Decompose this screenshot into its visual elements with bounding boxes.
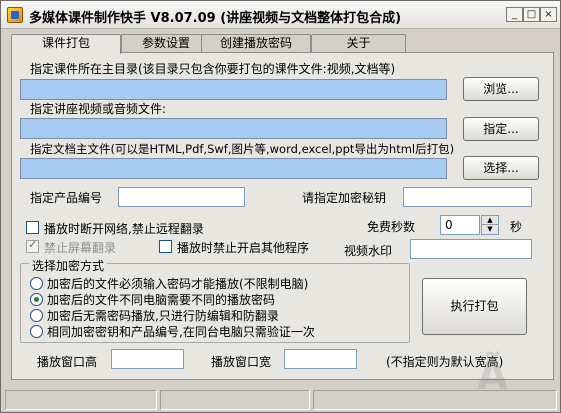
enc-option-label: 相同加密密钥和产品编号,在同台电脑只需验证一次 bbox=[47, 325, 315, 339]
spin-up-icon[interactable]: ▲ bbox=[482, 216, 498, 225]
enc-option-label: 加密后的文件必须输入密码才能播放(不限制电脑) bbox=[47, 277, 309, 291]
tab-package[interactable]: 课件打包 bbox=[11, 34, 121, 54]
free-seconds-spinner[interactable]: ▲ ▼ bbox=[481, 215, 499, 235]
enc-option-radio[interactable] bbox=[30, 293, 43, 306]
height-input[interactable] bbox=[111, 349, 184, 369]
encryption-group-title: 选择加密方式 bbox=[29, 257, 108, 274]
window-title: 多媒体课件制作快手 V8.07.09 (讲座视频与文档整体打包合成) bbox=[29, 11, 402, 26]
status-bar bbox=[1, 388, 560, 412]
other-apps-label: 播放时禁止开启其他程序 bbox=[177, 241, 310, 255]
minimize-button[interactable]: _ bbox=[506, 7, 523, 22]
key-input[interactable] bbox=[403, 187, 532, 207]
tab-create-password[interactable]: 创建播放密码 bbox=[201, 34, 311, 53]
execute-package-button[interactable]: 执行打包 bbox=[422, 278, 527, 335]
key-label: 请指定加密秘钥 bbox=[302, 191, 387, 205]
dir-field[interactable] bbox=[20, 79, 447, 100]
status-cell bbox=[313, 390, 557, 410]
width-input[interactable] bbox=[284, 349, 357, 369]
free-seconds-label: 免费秒数 bbox=[367, 220, 416, 234]
doc-field[interactable] bbox=[20, 158, 447, 179]
title-bar: 多媒体课件制作快手 V8.07.09 (讲座视频与文档整体打包合成) _ □ × bbox=[1, 1, 560, 29]
watermark-input[interactable] bbox=[410, 239, 532, 259]
maximize-button[interactable]: □ bbox=[523, 7, 540, 22]
seconds-unit: 秒 bbox=[510, 220, 523, 234]
screen-record-label: 禁止屏幕翻录 bbox=[44, 241, 117, 255]
enc-option-radio[interactable] bbox=[30, 309, 43, 322]
enc-option-radio[interactable] bbox=[30, 277, 43, 290]
tab-about[interactable]: 关于 bbox=[311, 34, 406, 53]
disconnect-label: 播放时断开网络,禁止远程翻录 bbox=[44, 222, 204, 236]
enc-option-label: 加密后无需密码播放,只进行防编辑和防翻录 bbox=[47, 309, 279, 323]
status-cell bbox=[160, 390, 310, 410]
video-field[interactable] bbox=[20, 118, 447, 139]
watermark-label: 视频水印 bbox=[344, 244, 393, 258]
select-button[interactable]: 选择... bbox=[463, 156, 539, 180]
screen-record-checkbox[interactable] bbox=[26, 238, 39, 253]
enc-option-label: 加密后的文件不同电脑需要不同的播放密码 bbox=[47, 293, 276, 307]
enc-option-radio[interactable] bbox=[30, 325, 43, 338]
app-logo-icon bbox=[7, 7, 23, 23]
other-apps-checkbox[interactable] bbox=[159, 240, 172, 253]
product-label: 指定产品编号 bbox=[30, 191, 103, 205]
disconnect-checkbox[interactable] bbox=[26, 221, 39, 234]
browse-button[interactable]: 浏览... bbox=[463, 77, 539, 101]
width-label: 播放窗口宽 bbox=[211, 355, 272, 369]
product-input[interactable] bbox=[118, 187, 245, 207]
app-window: 多媒体课件制作快手 V8.07.09 (讲座视频与文档整体打包合成) _ □ ×… bbox=[0, 0, 561, 413]
free-seconds-input[interactable]: 0 bbox=[440, 215, 480, 235]
doc-label: 指定文档主文件(可以是HTML,Pdf,Swf,图片等,word,excel,p… bbox=[30, 142, 455, 156]
video-label: 指定讲座视频或音频文件: bbox=[30, 102, 167, 116]
close-button[interactable]: × bbox=[540, 7, 557, 22]
spin-down-icon[interactable]: ▼ bbox=[482, 225, 498, 234]
status-cell bbox=[5, 390, 157, 410]
height-label: 播放窗口高 bbox=[37, 355, 98, 369]
tab-parameters[interactable]: 参数设置 bbox=[121, 34, 211, 53]
dir-label: 指定课件所在主目录(该目录只包含你要打包的课件文件:视频,文档等) bbox=[30, 62, 396, 76]
specify-button[interactable]: 指定... bbox=[463, 117, 539, 141]
